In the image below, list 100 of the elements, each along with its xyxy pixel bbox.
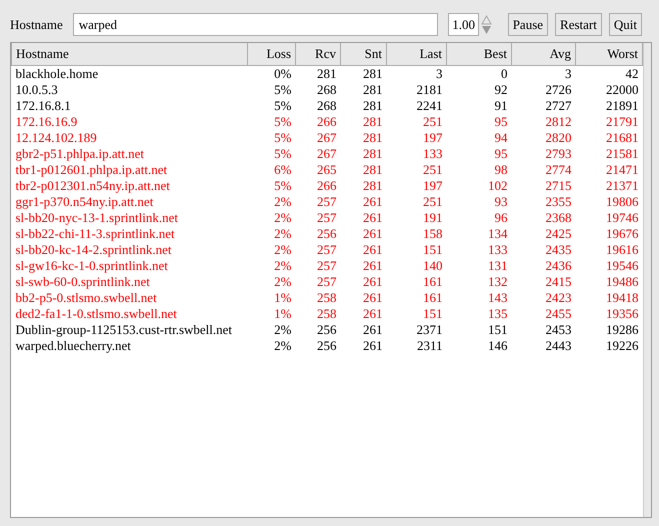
table-cell-text: 261 xyxy=(362,322,384,338)
table-cell-text: 268 xyxy=(316,98,338,114)
table-cell-text: 140 xyxy=(422,258,444,274)
table-cell: 3 xyxy=(512,65,576,82)
column-header[interactable]: Rcv xyxy=(296,43,340,65)
interval-field[interactable]: 1.00 xyxy=(448,13,480,36)
column-header[interactable]: Last xyxy=(386,43,446,65)
table-cell-text: 151 xyxy=(422,306,444,322)
scrollbar-track[interactable] xyxy=(643,43,651,517)
column-header[interactable]: Avg xyxy=(512,43,576,65)
table-cell-text: 261 xyxy=(362,274,384,290)
table-cell-text: 261 xyxy=(362,226,384,242)
table-cell-text: 5% xyxy=(273,146,292,162)
table-cell-text: 19746 xyxy=(605,210,640,226)
table-cell-text: 2436 xyxy=(544,258,572,274)
table-cell-text: 257 xyxy=(316,194,338,210)
table-cell-text: 2% xyxy=(273,338,292,354)
table-cell-text: 2% xyxy=(273,226,292,242)
spinner-arrows-icon[interactable] xyxy=(481,14,492,34)
table-cell-text: 2435 xyxy=(544,242,572,258)
table-cell-text: 197 xyxy=(422,178,444,194)
table-cell: 0 xyxy=(446,65,512,82)
table-cell-text: 92 xyxy=(494,82,508,98)
table-cell-text: 161 xyxy=(422,290,444,306)
table-cell-text: 261 xyxy=(362,258,384,274)
table-cell-text: 91 xyxy=(494,98,508,114)
column-header[interactable]: Best xyxy=(446,43,512,65)
table-cell-text: 146 xyxy=(487,338,508,354)
table-cell-text: sl-bb20-nyc-13-1.sprintlink.net xyxy=(14,210,179,226)
column-header[interactable]: Snt xyxy=(340,43,386,65)
table-cell-text: 132 xyxy=(487,274,508,290)
column-header[interactable]: Hostname xyxy=(12,43,248,65)
table-cell-text: 21471 xyxy=(605,162,640,178)
table-cell-text: 19418 xyxy=(605,290,640,306)
table-cell-text: 19356 xyxy=(605,306,640,322)
table-cell-text: 2425 xyxy=(544,226,572,242)
table-cell-text: 267 xyxy=(316,146,338,162)
table-cell: 3 xyxy=(386,65,446,82)
table-cell-text: 1% xyxy=(273,290,292,306)
table-cell-text: 2181 xyxy=(416,82,444,98)
table-cell-text: 2812 xyxy=(544,114,572,130)
table-cell-text: 133 xyxy=(487,242,508,258)
table-cell-text: 261 xyxy=(362,290,384,306)
table-cell-text: 281 xyxy=(362,98,384,114)
toolbar-button[interactable]: Pause xyxy=(508,13,548,36)
table-cell-text: 2455 xyxy=(544,306,572,322)
table-cell-text: Dublin-group-1125153.cust-rtr.swbell.net xyxy=(14,322,234,338)
hostname-field[interactable]: warped xyxy=(72,13,438,36)
table-cell-text: sl-bb22-chi-11-3.sprintlink.net xyxy=(14,226,176,242)
table-cell-text: tbr1-p012601.phlpa.ip.att.net xyxy=(14,162,168,178)
table-cell-text: 2% xyxy=(273,194,292,210)
table-cell-text: 266 xyxy=(316,114,338,130)
table-cell-text: 265 xyxy=(316,162,338,178)
table-cell-text: 135 xyxy=(487,306,508,322)
table-cell-text: 2715 xyxy=(544,178,572,194)
table-cell-text: 1% xyxy=(273,306,292,322)
table-cell-text: bb2-p5-0.stlsmo.swbell.net xyxy=(14,290,158,306)
table-cell-text: 19286 xyxy=(605,322,640,338)
table-cell: blackhole.home xyxy=(12,65,248,82)
table-cell-text: sl-swb-60-0.sprintlink.net xyxy=(14,274,151,290)
table-cell-text: 281 xyxy=(362,178,384,194)
table-cell-text: ded2-fa1-1-0.stlsmo.swbell.net xyxy=(14,306,178,322)
table-cell-text: 19806 xyxy=(605,194,640,210)
table-cell-text: 2443 xyxy=(544,338,572,354)
table-cell-text: 261 xyxy=(362,210,384,226)
table-cell-text: 21681 xyxy=(605,130,640,146)
table-cell-text: gbr2-p51.phlpa.ip.att.net xyxy=(14,146,146,162)
table-cell-text: 191 xyxy=(422,210,444,226)
table-cell-text: 2% xyxy=(273,210,292,226)
table-cell-text: 2774 xyxy=(544,162,572,178)
table-cell-text: 19226 xyxy=(605,338,640,354)
table-cell-text: 281 xyxy=(362,130,384,146)
table-cell-text: 2726 xyxy=(544,82,572,98)
toolbar-button[interactable]: Restart xyxy=(555,13,602,36)
column-header[interactable]: Worst xyxy=(576,43,642,65)
table-cell-text: 2311 xyxy=(416,338,444,354)
table-cell-text: 6% xyxy=(273,162,292,178)
table-cell-text: 143 xyxy=(487,290,508,306)
table-cell-text: 10.0.5.3 xyxy=(14,82,59,98)
table-cell-text: 258 xyxy=(316,290,338,306)
table-cell: 281 xyxy=(296,65,340,82)
hostname-label: Hostname xyxy=(10,16,63,34)
table-cell-text: 266 xyxy=(316,178,338,194)
table-cell-text: 95 xyxy=(494,114,508,130)
table-cell-text: 5% xyxy=(273,178,292,194)
table-cell-text: 5% xyxy=(273,114,292,130)
table-cell-text: 2727 xyxy=(544,98,572,114)
table-cell-text: 21581 xyxy=(605,146,640,162)
column-header[interactable]: Loss xyxy=(248,43,296,65)
table-cell-text: 268 xyxy=(316,82,338,98)
table-cell-text: 21371 xyxy=(605,178,640,194)
table-cell-text: 151 xyxy=(422,242,444,258)
table-cell-text: 257 xyxy=(316,242,338,258)
table-cell-text: 19486 xyxy=(605,274,640,290)
table-cell-text: 2% xyxy=(273,242,292,258)
table-cell-text: 98 xyxy=(494,162,508,178)
table-cell-text: 251 xyxy=(422,162,444,178)
toolbar-button[interactable]: Quit xyxy=(608,13,642,36)
table-cell-text: 19676 xyxy=(605,226,640,242)
table-cell-text: 257 xyxy=(316,258,338,274)
